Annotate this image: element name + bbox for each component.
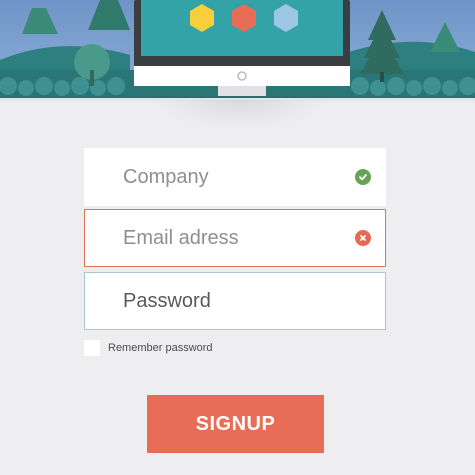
company-field[interactable] — [84, 148, 386, 206]
monitor-shadow — [155, 100, 325, 130]
checkmark-icon — [355, 169, 371, 185]
hero-illustration — [0, 0, 475, 98]
landscape-illustration — [0, 0, 475, 98]
remember-password-label: Remember password — [108, 341, 213, 354]
company-input[interactable] — [123, 149, 343, 205]
email-input[interactable] — [123, 210, 343, 266]
signup-button[interactable]: SIGNUP — [147, 395, 324, 453]
password-input[interactable] — [123, 273, 343, 329]
remember-password-checkbox[interactable] — [84, 339, 100, 356]
error-icon — [355, 230, 371, 246]
monitor-icon — [134, 0, 350, 96]
email-field[interactable] — [84, 209, 386, 267]
password-field[interactable] — [84, 272, 386, 330]
remember-password-row[interactable]: Remember password — [84, 339, 213, 356]
